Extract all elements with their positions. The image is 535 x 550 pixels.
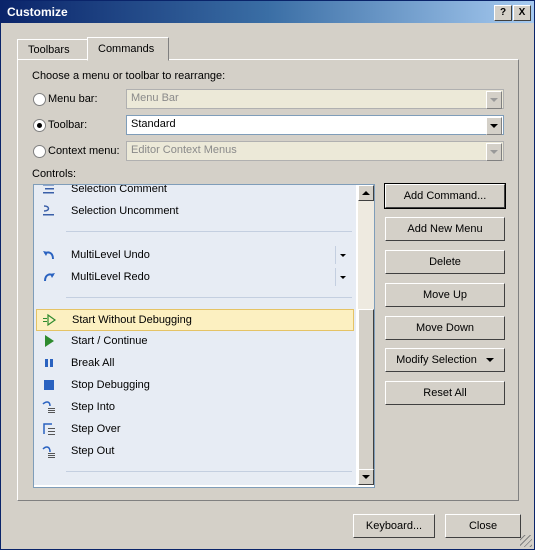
stop-icon xyxy=(42,378,56,392)
list-item[interactable]: Stop Debugging xyxy=(36,375,354,395)
customize-dialog: Customize ? X Toolbars Commands Choose a… xyxy=(0,0,535,550)
list-item-label: Selection Uncomment xyxy=(71,205,179,217)
menu-bar-radio[interactable] xyxy=(33,93,46,106)
chevron-down-icon[interactable] xyxy=(335,246,350,264)
chevron-up-icon xyxy=(362,191,370,195)
list-item-label: Step Out xyxy=(71,445,115,457)
close-button[interactable]: Close xyxy=(445,514,521,538)
list-item-label: Stop Debugging xyxy=(71,379,150,391)
list-item-label: Selection Comment xyxy=(71,184,167,195)
move-down-button[interactable]: Move Down xyxy=(385,316,505,340)
list-item-label: Step Over xyxy=(71,423,121,435)
list-item-selected[interactable]: Start Without Debugging xyxy=(36,309,354,331)
reset-all-button[interactable]: Reset All xyxy=(385,381,505,405)
list-item-label: MultiLevel Undo xyxy=(71,249,150,261)
list-item[interactable]: Selection Comment xyxy=(36,184,354,199)
move-up-button[interactable]: Move Up xyxy=(385,283,505,307)
separator xyxy=(66,231,352,232)
context-menu-value: Editor Context Menus xyxy=(131,144,237,156)
add-new-menu-button[interactable]: Add New Menu xyxy=(385,217,505,241)
list-item[interactable]: Start / Continue xyxy=(36,331,354,351)
list-item[interactable]: Step Into xyxy=(36,397,354,417)
title-bar[interactable]: Customize ? X xyxy=(1,1,534,23)
chevron-down-icon[interactable] xyxy=(486,91,502,109)
list-item[interactable]: MultiLevel Undo xyxy=(36,245,354,265)
start-without-debugging-icon xyxy=(43,313,57,327)
scroll-down-button[interactable] xyxy=(358,469,374,485)
list-item[interactable]: Step Out xyxy=(36,441,354,461)
scroll-thumb[interactable] xyxy=(358,309,374,471)
undo-icon xyxy=(42,248,56,262)
pause-icon xyxy=(42,356,56,370)
separator xyxy=(66,297,352,298)
scroll-up-button[interactable] xyxy=(358,185,374,201)
window-title: Customize xyxy=(7,5,68,19)
list-item-label: MultiLevel Redo xyxy=(71,271,150,283)
tab-toolbars[interactable]: Toolbars xyxy=(17,39,89,61)
toolbar-label: Toolbar: xyxy=(48,119,88,131)
chevron-down-icon[interactable] xyxy=(486,117,502,135)
chevron-down-icon[interactable] xyxy=(335,268,350,286)
keyboard-button[interactable]: Keyboard... xyxy=(353,514,435,538)
controls-list-body: Selection Comment Selection Uncomment Mu… xyxy=(34,185,356,485)
list-item[interactable]: Selection Uncomment xyxy=(36,201,354,221)
add-command-button[interactable]: Add Command... xyxy=(384,183,506,209)
controls-label: Controls: xyxy=(32,168,77,180)
list-item[interactable]: Break All xyxy=(36,353,354,373)
step-over-icon xyxy=(42,422,56,436)
list-item-label: Start Without Debugging xyxy=(72,314,192,326)
menu-bar-label: Menu bar: xyxy=(48,93,98,105)
context-menu-radio[interactable] xyxy=(33,145,46,158)
menu-bar-combo[interactable]: Menu Bar xyxy=(126,89,504,109)
list-item-label: Start / Continue xyxy=(71,335,148,347)
controls-list[interactable]: Selection Comment Selection Uncomment Mu… xyxy=(33,184,375,488)
toolbar-value: Standard xyxy=(131,118,176,130)
modify-selection-button[interactable]: Modify Selection xyxy=(385,348,505,372)
close-window-button[interactable]: X xyxy=(513,5,531,21)
comment-icon xyxy=(42,185,56,196)
menu-bar-value: Menu Bar xyxy=(131,92,179,104)
chevron-down-icon[interactable] xyxy=(486,143,502,161)
rearrange-label: Choose a menu or toolbar to rearrange: xyxy=(32,70,226,82)
step-out-icon xyxy=(42,444,56,458)
chevron-down-icon xyxy=(485,358,494,363)
tab-commands[interactable]: Commands xyxy=(87,37,169,61)
separator xyxy=(66,471,352,472)
chevron-down-icon xyxy=(362,475,370,479)
modify-selection-label: Modify Selection xyxy=(396,354,477,366)
list-item-label: Step Into xyxy=(71,401,116,413)
list-item[interactable]: Step Over xyxy=(36,419,354,439)
toolbar-combo[interactable]: Standard xyxy=(126,115,504,135)
resize-grip-icon[interactable] xyxy=(520,535,532,547)
toolbar-radio[interactable] xyxy=(33,119,46,132)
play-icon xyxy=(42,334,56,348)
uncomment-icon xyxy=(42,204,56,218)
context-menu-combo[interactable]: Editor Context Menus xyxy=(126,141,504,161)
help-button[interactable]: ? xyxy=(494,5,512,21)
step-into-icon xyxy=(42,400,56,414)
context-menu-label: Context menu: xyxy=(48,145,120,157)
redo-icon xyxy=(42,270,56,284)
delete-button[interactable]: Delete xyxy=(385,250,505,274)
vertical-scrollbar[interactable] xyxy=(358,185,374,485)
list-item-label: Break All xyxy=(71,357,115,369)
list-item[interactable]: MultiLevel Redo xyxy=(36,267,354,287)
